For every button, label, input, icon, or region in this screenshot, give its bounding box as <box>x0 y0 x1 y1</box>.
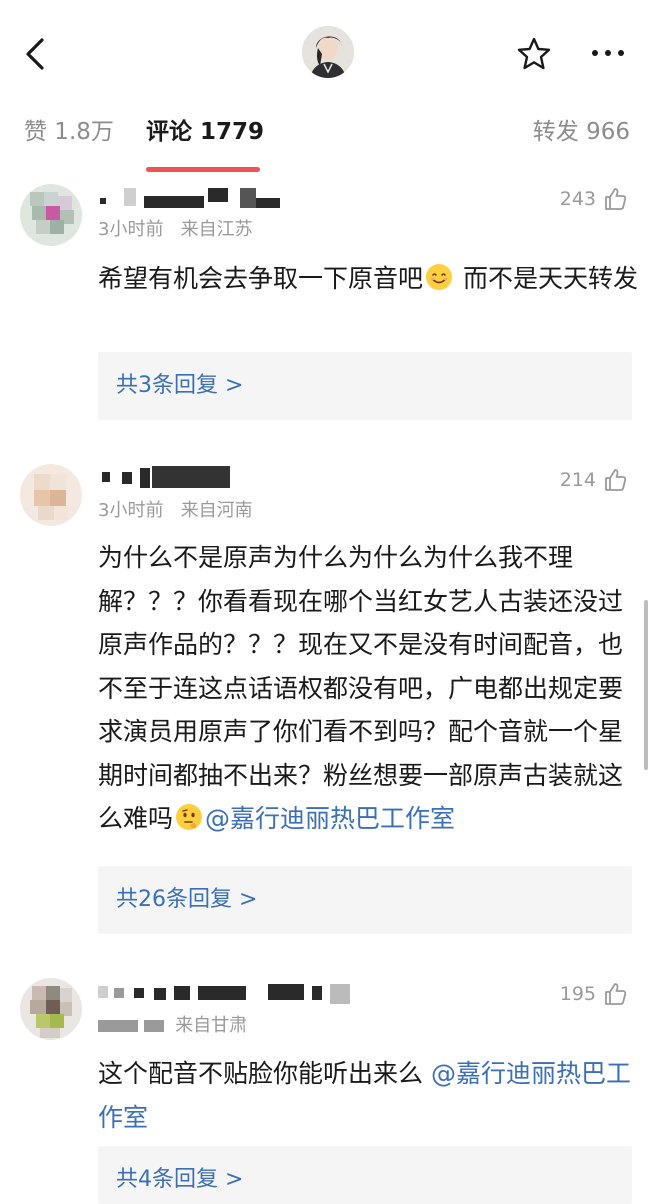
scrollbar[interactable] <box>644 600 648 770</box>
comment-location: 来自河南 <box>180 500 253 521</box>
comment-meta: 3小时前 来自河南 <box>98 498 253 524</box>
reply-thread-link[interactable]: 共26条回复 > <box>98 866 632 934</box>
commenter-name-redacted[interactable] <box>98 464 338 494</box>
more-dots-icon[interactable] <box>586 40 630 66</box>
chevron-left-icon[interactable] <box>18 34 52 74</box>
comment-text: 这个配音不贴脸你能听出来么 @嘉行迪丽热巴工作室 <box>98 1059 631 1132</box>
thinking-face-emoji <box>176 804 203 830</box>
star-icon[interactable] <box>514 34 554 74</box>
comment-time: 3小时前 <box>98 219 164 240</box>
reply-thread-link[interactable]: 共4条回复 > <box>98 1146 632 1204</box>
comment-time: 3小时前 <box>98 500 164 521</box>
mention-link[interactable]: @嘉行迪丽热巴工作室 <box>205 804 455 833</box>
like-button[interactable]: 214 <box>560 467 628 493</box>
reply-thread-link[interactable]: 共3条回复 > <box>98 352 632 420</box>
commenter-name-redacted[interactable] <box>98 980 350 1010</box>
redacted-time <box>143 1020 164 1032</box>
top-bar <box>0 0 650 92</box>
avatar[interactable] <box>302 26 354 78</box>
commenter-avatar[interactable] <box>20 978 82 1040</box>
like-count: 195 <box>559 983 596 1005</box>
comment-meta: 来自甘肃 <box>98 1013 247 1039</box>
tab-likes[interactable]: 赞 1.8万 <box>24 114 114 150</box>
like-button[interactable]: 195 <box>560 981 628 1007</box>
comment-text: 为什么不是原声为什么为什么为什么我不理解？？？你看看现在哪个当红女艺人古装还没过… <box>98 543 624 833</box>
tab-bar: 赞 1.8万 评论 1779 转发 966 <box>0 104 650 172</box>
like-button[interactable]: 243 <box>560 186 628 212</box>
commenter-avatar[interactable] <box>20 184 82 246</box>
thumbs-up-icon <box>605 188 627 210</box>
reply-count[interactable]: 共26条回复 > <box>116 882 257 918</box>
comment-location: 来自江苏 <box>180 219 253 240</box>
tab-comments[interactable]: 评论 1779 <box>146 114 264 150</box>
comment-meta: 3小时前 来自江苏 <box>98 217 253 243</box>
reply-count[interactable]: 共4条回复 > <box>116 1162 243 1198</box>
thumbs-up-icon <box>605 469 627 491</box>
like-count: 243 <box>559 188 596 210</box>
redacted-time <box>98 1020 138 1032</box>
comment-text: 希望有机会去争取一下原音吧 而不是天天转发 <box>98 264 638 293</box>
tab-reposts[interactable]: 转发 966 <box>533 114 630 150</box>
comment-location: 来自甘肃 <box>175 1015 248 1036</box>
like-count: 214 <box>559 469 596 491</box>
thumbs-up-icon <box>605 983 627 1005</box>
commenter-name-redacted[interactable] <box>98 184 338 214</box>
commenter-avatar[interactable] <box>20 464 82 526</box>
active-tab-indicator <box>146 167 260 172</box>
reply-count[interactable]: 共3条回复 > <box>116 368 243 404</box>
smiling-face-emoji <box>426 264 453 290</box>
